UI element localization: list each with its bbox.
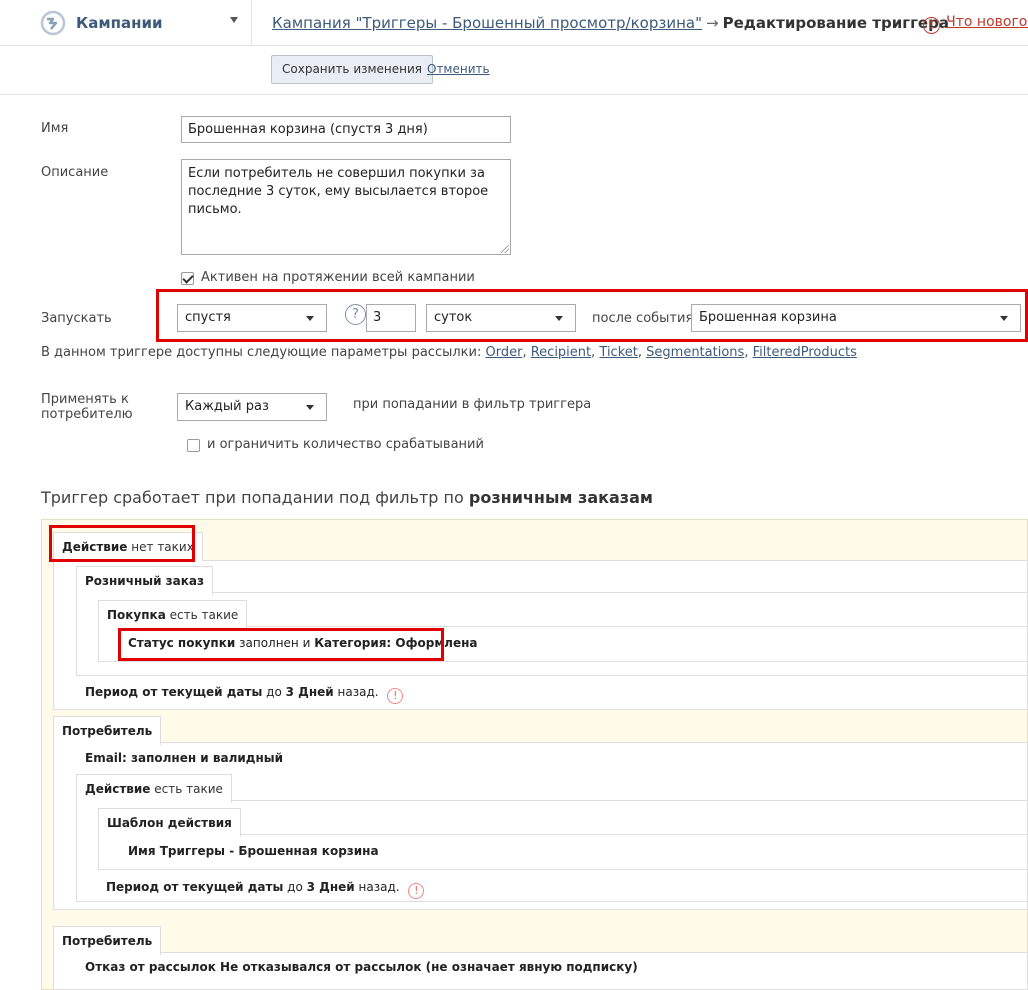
unsubscribe-condition: Отказ от рассылок Не отказывался от расс…	[85, 960, 638, 974]
apply-select[interactable]: Каждый раз	[177, 393, 327, 421]
name-label: Имя	[41, 121, 69, 136]
filter-title-bold: розничным заказам	[468, 488, 653, 507]
param-link-recipient[interactable]: Recipient	[531, 345, 591, 360]
filter-title: Триггер сработает при попадании под филь…	[41, 488, 653, 507]
filter-tab-consumer[interactable]: Потребитель	[53, 716, 162, 745]
toolbar: Сохранить изменения Отменить	[0, 47, 1028, 95]
whats-new[interactable]: ! Что нового?	[923, 14, 1028, 34]
filter-tab-consumer-2[interactable]: Потребитель	[53, 926, 162, 955]
launch-amount-input[interactable]: 3	[366, 304, 416, 332]
param-link-segmentations[interactable]: Segmentations	[646, 345, 744, 360]
apply-value: Каждый раз	[185, 399, 269, 414]
event-select[interactable]: Брошенная корзина	[691, 304, 1021, 332]
params-line: В данном триггере доступны следующие пар…	[41, 345, 857, 360]
launch-unit-select[interactable]: суток	[426, 304, 576, 332]
chevron-down-icon	[555, 316, 563, 321]
breadcrumb-arrow-icon: →	[706, 14, 719, 32]
email-condition: Email: заполнен и валидный	[85, 751, 284, 765]
description-textarea[interactable]: Если потребитель не совершил покупки за …	[181, 159, 511, 255]
warning-icon[interactable]: !	[408, 883, 425, 899]
description-text: Если потребитель не совершил покупки за …	[188, 166, 489, 217]
status-highlight-box	[118, 628, 444, 661]
apply-suffix: при попадании в фильтр триггера	[353, 397, 592, 412]
limit-checkbox[interactable]	[187, 439, 200, 452]
resize-handle-icon[interactable]	[501, 245, 509, 253]
limit-checkbox-label: и ограничить количество срабатываний	[207, 437, 484, 452]
launch-mode-value: спустя	[185, 310, 231, 325]
breadcrumb-campaign-link[interactable]: Кампания "Триггеры - Брошенный просмотр/…	[272, 14, 702, 32]
filter-tab-template[interactable]: Шаблон действия	[98, 808, 241, 837]
event-value: Брошенная корзина	[699, 310, 837, 325]
name-input[interactable]: Брошенная корзина (спустя 3 дня)	[181, 116, 511, 143]
alert-icon: !	[923, 17, 940, 34]
app-title: Кампании	[76, 14, 163, 32]
param-link-filteredproducts[interactable]: FilteredProducts	[753, 345, 857, 360]
save-button[interactable]: Сохранить изменения	[271, 55, 434, 84]
period-condition-1: Период от текущей даты до 3 Дней назад. …	[85, 685, 404, 704]
active-checkbox-label: Активен на протяжении всей кампании	[201, 270, 475, 285]
chevron-down-icon	[1000, 316, 1008, 321]
top-bar: Кампании Кампания "Триггеры - Брошенный …	[0, 0, 1028, 46]
period-condition-2: Период от текущей даты до 3 Дней назад. …	[106, 880, 425, 899]
cancel-link[interactable]: Отменить	[427, 62, 490, 76]
filter-tab-retail-order[interactable]: Розничный заказ	[76, 566, 213, 595]
param-link-order[interactable]: Order	[485, 345, 522, 360]
apply-label: Применять к потребителю	[41, 392, 133, 422]
whats-new-link[interactable]: Что нового?	[946, 14, 1028, 30]
active-checkbox[interactable]	[181, 272, 194, 285]
chevron-down-icon	[306, 405, 314, 410]
params-text: В данном триггере доступны следующие пар…	[41, 345, 482, 360]
breadcrumb: Кампания "Триггеры - Брошенный просмотр/…	[272, 14, 949, 32]
chevron-down-icon	[306, 316, 314, 321]
app-switcher[interactable]: Кампании	[0, 0, 252, 46]
launch-mode-select[interactable]: спустя	[177, 304, 327, 332]
help-icon[interactable]: ?	[345, 304, 366, 325]
param-link-ticket[interactable]: Ticket	[599, 345, 637, 360]
description-label: Описание	[41, 165, 109, 180]
launch-label: Запускать	[41, 311, 112, 326]
chevron-down-icon[interactable]	[230, 17, 238, 23]
logo-icon	[40, 10, 66, 36]
template-condition: Имя Триггеры - Брошенная корзина	[128, 844, 379, 858]
page-title: Редактирование триггера	[722, 14, 949, 32]
warning-icon[interactable]: !	[387, 688, 404, 704]
launch-unit-value: суток	[434, 310, 473, 325]
filter-tab-purchase[interactable]: Покупка есть такие	[98, 600, 248, 629]
after-event-label: после события	[592, 311, 694, 326]
action-highlight-box	[49, 525, 195, 562]
filter-tab-action-2[interactable]: Действие есть такие	[76, 774, 232, 803]
